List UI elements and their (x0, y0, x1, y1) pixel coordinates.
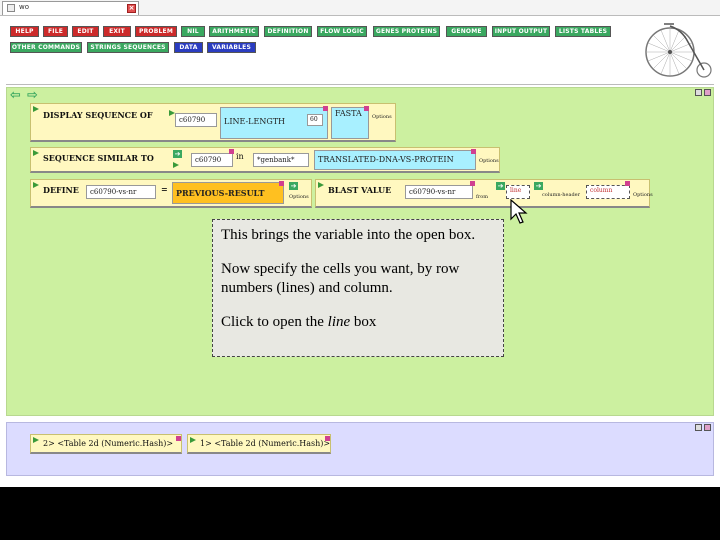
command-label: BLAST VALUE (328, 185, 392, 195)
command-flag-icon (33, 106, 39, 112)
menu-variables-button[interactable]: VARIABLES (207, 42, 256, 53)
sequence-argument-cell[interactable]: c60790 (191, 153, 233, 167)
menu-other-commands-button[interactable]: OTHER COMMANDS (10, 42, 82, 53)
favicon-icon (7, 4, 15, 12)
line-length-label: LINE-LENGTH (224, 117, 286, 126)
menu-help-button[interactable]: HELP (10, 26, 39, 37)
sequence-argument-cell[interactable]: c60790 (175, 113, 217, 127)
column-box[interactable]: column (586, 185, 630, 199)
menu-genome-button[interactable]: GENOME (446, 26, 487, 37)
result-value: <Table 2d (Numeric.Hash)> (214, 439, 331, 448)
penny-farthing-bicycle-icon (645, 23, 712, 78)
sequence-similar-command[interactable]: SEQUENCE SIMILAR TO ➔ c60790 in *genbank… (30, 147, 500, 173)
menu-data-button[interactable]: DATA (174, 42, 203, 53)
remove-option-icon[interactable] (364, 106, 369, 111)
result-flag-icon (190, 437, 196, 443)
tooltip-emphasis: line (327, 314, 351, 330)
tooltip-paragraph-3: Click to open the line box (221, 313, 495, 332)
back-arrow-icon[interactable]: ⇦ (10, 89, 21, 102)
menu-divider (6, 84, 714, 85)
expand-arrow-icon[interactable]: ➔ (496, 182, 505, 190)
options-link[interactable]: Options (479, 158, 499, 164)
line-length-value[interactable]: 60 (307, 114, 323, 126)
tooltip-text: Click to open the (221, 314, 328, 330)
blast-value-command[interactable]: BLAST VALUE c60790-vs-nr from ➔ line ➔ c… (315, 179, 653, 208)
display-sequence-command[interactable]: DISPLAY SEQUENCE OF c60790 LINE-LENGTH 6… (30, 103, 396, 142)
menu-file-button[interactable]: FILE (43, 26, 68, 37)
browser-window: wo × HELP FILE EDIT EXIT PROBLEM NIL ARI… (0, 0, 720, 487)
previous-result-cell[interactable]: PREVIOUS-RESULT (172, 182, 284, 204)
command-flag-icon (318, 182, 324, 188)
menu-input-output-button[interactable]: INPUT OUTPUT (492, 26, 550, 37)
menu-lists-tables-button[interactable]: LISTS TABLES (555, 26, 611, 37)
menu-strings-sequences-button[interactable]: STRINGS SEQUENCES (87, 42, 169, 53)
menu-edit-button[interactable]: EDIT (72, 26, 99, 37)
remove-value-icon[interactable] (279, 181, 284, 186)
result-index: 2> (43, 439, 55, 448)
blast-result-cell[interactable]: c60790-vs-nr (405, 185, 473, 199)
remove-argument-icon[interactable] (470, 181, 475, 186)
result-flag-icon (33, 437, 39, 443)
result-text: 1> <Table 2d (Numeric.Hash)> (200, 439, 330, 448)
expand-arrow-icon[interactable]: ➔ (534, 182, 543, 190)
command-label: SEQUENCE SIMILAR TO (43, 153, 154, 163)
menu-problem-button[interactable]: PROBLEM (135, 26, 177, 37)
result-index: 1> (200, 439, 212, 448)
tab-bar: wo × (0, 0, 720, 16)
menu-definition-button[interactable]: DEFINITION (264, 26, 312, 37)
menu-genes-proteins-button[interactable]: GENES PROTEINS (373, 26, 440, 37)
menu-arithmetic-button[interactable]: ARITHMETIC (209, 26, 259, 37)
tooltip-paragraph-1: This brings the variable into the open b… (221, 227, 476, 243)
tooltip-paragraph-2: Now specify the cells you want, by row n… (221, 261, 460, 296)
command-flag-icon (33, 182, 39, 188)
result-text: 2> <Table 2d (Numeric.Hash)> (43, 439, 173, 448)
define-command[interactable]: DEFINE c60790-vs-nr = PREVIOUS-RESULT ➔ … (30, 179, 312, 208)
tab-title: wo (19, 3, 30, 11)
expand-arrow-icon[interactable]: ➔ (173, 150, 182, 158)
result-value: <Table 2d (Numeric.Hash)> (57, 439, 174, 448)
menu-exit-button[interactable]: EXIT (103, 26, 131, 37)
options-link[interactable]: Options (372, 114, 392, 120)
command-label: DEFINE (43, 185, 79, 195)
remove-result-icon[interactable] (325, 436, 330, 441)
results-panel[interactable]: 2> <Table 2d (Numeric.Hash)> 1> <Table 2… (6, 422, 714, 476)
close-panel-icon[interactable] (704, 424, 711, 431)
remove-result-icon[interactable] (176, 436, 181, 441)
tab-close-icon[interactable]: × (127, 4, 136, 13)
variable-name-cell[interactable]: c60790-vs-nr (86, 185, 156, 199)
close-panel-icon[interactable] (704, 89, 711, 96)
equals-sign: = (161, 184, 168, 194)
options-link[interactable]: Options (633, 192, 653, 198)
menu-nil-button[interactable]: NIL (181, 26, 205, 37)
line-box[interactable]: line (506, 185, 530, 199)
remove-option-icon[interactable] (471, 149, 476, 154)
result-item[interactable]: 2> <Table 2d (Numeric.Hash)> (30, 434, 182, 454)
menu-flow-logic-button[interactable]: FLOW LOGIC (317, 26, 367, 37)
argument-flag-icon (173, 162, 179, 168)
minimize-icon[interactable] (695, 424, 702, 431)
in-label: in (236, 152, 244, 161)
tutorial-tooltip: This brings the variable into the open b… (212, 219, 504, 357)
mouse-pointer-icon (510, 199, 528, 224)
options-link[interactable]: Options (289, 194, 309, 200)
minimize-icon[interactable] (695, 89, 702, 96)
remove-option-icon[interactable] (323, 106, 328, 111)
command-flag-icon (33, 150, 39, 156)
command-label: DISPLAY SEQUENCE OF (43, 110, 153, 120)
database-cell[interactable]: *genbank* (253, 153, 309, 167)
tooltip-text: box (350, 314, 377, 330)
column-header-hint: column-header (542, 192, 580, 198)
expand-arrow-icon[interactable]: ➔ (289, 182, 298, 190)
fasta-option[interactable]: FASTA (331, 107, 369, 139)
blast-mode-option[interactable]: TRANSLATED-DNA-VS-PROTEIN (314, 150, 476, 170)
browser-tab[interactable]: wo × (2, 1, 139, 15)
remove-option-icon[interactable] (625, 181, 630, 186)
result-item[interactable]: 1> <Table 2d (Numeric.Hash)> (187, 434, 331, 454)
remove-argument-icon[interactable] (229, 149, 234, 154)
forward-arrow-icon[interactable]: ⇨ (27, 89, 38, 102)
from-label: from (476, 194, 488, 200)
